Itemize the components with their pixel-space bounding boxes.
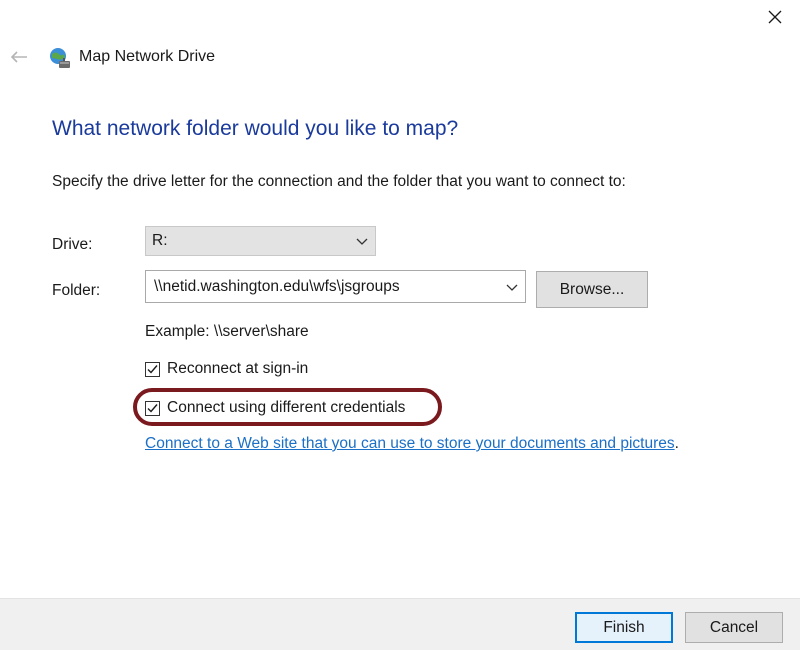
drive-label: Drive: xyxy=(52,236,93,253)
credentials-checkbox-row[interactable]: Connect using different credentials xyxy=(145,399,405,417)
reconnect-label: Reconnect at sign-in xyxy=(167,360,309,377)
close-button[interactable] xyxy=(750,0,800,34)
reconnect-checkbox[interactable] xyxy=(145,361,160,377)
window-title: Map Network Drive xyxy=(79,48,216,65)
back-button[interactable] xyxy=(8,46,30,68)
drive-select-value: R: xyxy=(152,232,168,249)
page-heading: What network folder would you like to ma… xyxy=(52,117,459,140)
drive-select[interactable]: R: xyxy=(145,226,376,256)
web-link-row: Connect to a Web site that you can use t… xyxy=(145,435,679,453)
checkmark-icon xyxy=(147,364,158,374)
folder-label: Folder: xyxy=(52,282,101,299)
finish-button[interactable]: Finish xyxy=(575,612,673,643)
map-network-drive-window: Map Network Drive What network folder wo… xyxy=(0,0,800,650)
dialog-footer: Finish Cancel xyxy=(0,598,800,650)
close-icon xyxy=(768,10,782,24)
web-site-link[interactable]: Connect to a Web site that you can use t… xyxy=(145,435,675,452)
cancel-button[interactable]: Cancel xyxy=(685,612,783,643)
network-drive-icon xyxy=(50,48,70,68)
credentials-label: Connect using different credentials xyxy=(167,399,406,416)
reconnect-checkbox-row[interactable]: Reconnect at sign-in xyxy=(145,360,308,378)
web-link-suffix: . xyxy=(674,435,679,452)
example-text: Example: \\server\share xyxy=(145,323,309,340)
browse-button[interactable]: Browse... xyxy=(536,271,648,308)
credentials-checkbox[interactable] xyxy=(145,400,160,416)
chevron-down-icon xyxy=(356,238,368,245)
chevron-down-icon[interactable] xyxy=(505,282,519,292)
back-arrow-icon xyxy=(10,51,27,63)
folder-input[interactable]: \\netid.washington.edu\wfs\jsgroups xyxy=(145,270,526,303)
instructions-text: Specify the drive letter for the connect… xyxy=(52,173,626,190)
checkmark-icon xyxy=(147,403,158,413)
folder-input-value: \\netid.washington.edu\wfs\jsgroups xyxy=(154,277,400,295)
